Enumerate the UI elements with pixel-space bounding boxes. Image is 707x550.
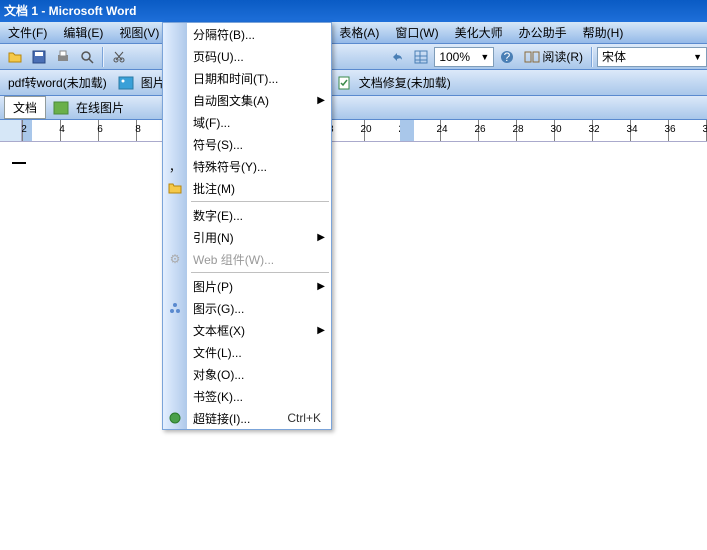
zoom-value: 100% bbox=[439, 50, 470, 64]
menu-datetime[interactable]: 日期和时间(T)... bbox=[163, 67, 331, 89]
zoom-select[interactable]: 100% ▼ bbox=[434, 47, 494, 67]
toolbar-addins: pdf转word(未加载) 图片 文档修复(未加载) bbox=[0, 70, 707, 96]
menu-table[interactable]: 表格(A) bbox=[331, 22, 387, 44]
menu-bar: 文件(F) 编辑(E) 视图(V) 插入(I) 格式(O) 工具(T) 表格(A… bbox=[0, 22, 707, 44]
dropdown-arrow-icon: ▼ bbox=[480, 52, 489, 62]
menu-reference[interactable]: 引用(N)▶ bbox=[163, 226, 331, 248]
save-icon[interactable] bbox=[28, 46, 50, 68]
docfix-label[interactable]: 文档修复(未加载) bbox=[359, 74, 451, 91]
menu-window[interactable]: 窗口(W) bbox=[387, 22, 446, 44]
menu-beautify[interactable]: 美化大师 bbox=[447, 22, 511, 44]
insert-menu-dropdown: 分隔符(B)... 页码(U)... 日期和时间(T)... 自动图文集(A)▶… bbox=[162, 22, 332, 430]
title-text: 文档 1 - Microsoft Word bbox=[4, 4, 136, 18]
menu-hyperlink[interactable]: 超链接(I)...Ctrl+K bbox=[163, 407, 331, 429]
menu-symbol[interactable]: 符号(S)... bbox=[163, 133, 331, 155]
text-cursor bbox=[12, 162, 26, 164]
menu-office[interactable]: 办公助手 bbox=[511, 22, 575, 44]
svg-text:?: ? bbox=[504, 50, 511, 64]
comma-icon: ， bbox=[166, 157, 184, 175]
menu-separator bbox=[191, 201, 329, 202]
menu-textbox[interactable]: 文本框(X)▶ bbox=[163, 319, 331, 341]
menu-file[interactable]: 文件(F) bbox=[0, 22, 55, 44]
menu-autotext[interactable]: 自动图文集(A)▶ bbox=[163, 89, 331, 111]
open-icon[interactable] bbox=[4, 46, 26, 68]
menu-pagenum[interactable]: 页码(U)... bbox=[163, 45, 331, 67]
separator bbox=[102, 47, 104, 67]
title-bar: 文档 1 - Microsoft Word bbox=[0, 0, 707, 22]
font-value: 宋体 bbox=[602, 48, 626, 65]
ruler-margin-right bbox=[400, 120, 414, 142]
onlinepic-label[interactable]: 在线图片 bbox=[76, 99, 124, 116]
table-icon[interactable] bbox=[410, 46, 432, 68]
menu-break[interactable]: 分隔符(B)... bbox=[163, 23, 331, 45]
menu-file[interactable]: 文件(L)... bbox=[163, 341, 331, 363]
pic-icon[interactable] bbox=[115, 72, 137, 94]
ruler-corner bbox=[0, 120, 22, 142]
horizontal-ruler[interactable] bbox=[22, 120, 707, 142]
menu-separator bbox=[191, 272, 329, 273]
reading-label: 阅读(R) bbox=[542, 48, 583, 65]
menu-picture[interactable]: 图片(P)▶ bbox=[163, 275, 331, 297]
menu-help[interactable]: 帮助(H) bbox=[575, 22, 632, 44]
toolbar-tabs: 文档 在线图片 bbox=[0, 96, 707, 120]
menu-field[interactable]: 域(F)... bbox=[163, 111, 331, 133]
menu-bookmark[interactable]: 书签(K)... bbox=[163, 385, 331, 407]
doc-tab-label: 文档 bbox=[13, 99, 37, 116]
reading-mode[interactable]: 阅读(R) bbox=[520, 48, 587, 65]
pdf-convert[interactable]: pdf转word(未加载) bbox=[4, 74, 111, 91]
preview-icon[interactable] bbox=[76, 46, 98, 68]
menu-webcomp: ⚙Web 组件(W)... bbox=[163, 248, 331, 270]
menu-diagram[interactable]: 图示(G)... bbox=[163, 297, 331, 319]
submenu-arrow-icon: ▶ bbox=[317, 281, 325, 292]
submenu-arrow-icon: ▶ bbox=[317, 232, 325, 243]
menu-number[interactable]: 数字(E)... bbox=[163, 204, 331, 226]
menu-object[interactable]: 对象(O)... bbox=[163, 363, 331, 385]
separator bbox=[591, 47, 593, 67]
dropdown-arrow-icon: ▼ bbox=[693, 52, 702, 62]
ruler-area bbox=[0, 120, 707, 142]
globe-link-icon bbox=[166, 409, 184, 427]
submenu-arrow-icon: ▶ bbox=[317, 95, 325, 106]
onlinepic-icon[interactable] bbox=[50, 97, 72, 119]
diagram-icon bbox=[166, 299, 184, 317]
folder-icon bbox=[166, 179, 184, 197]
print-icon[interactable] bbox=[52, 46, 74, 68]
menu-comment[interactable]: 批注(M) bbox=[163, 177, 331, 199]
book-icon bbox=[524, 51, 540, 63]
menu-edit[interactable]: 编辑(E) bbox=[55, 22, 111, 44]
font-select[interactable]: 宋体 ▼ bbox=[597, 47, 707, 67]
toolbar-main: 100% ▼ ? 阅读(R) 宋体 ▼ bbox=[0, 44, 707, 70]
help-icon[interactable]: ? bbox=[496, 46, 518, 68]
doc-tab[interactable]: 文档 bbox=[4, 96, 46, 119]
menu-view[interactable]: 视图(V) bbox=[111, 22, 167, 44]
undo-icon[interactable] bbox=[386, 46, 408, 68]
docfix-icon[interactable] bbox=[333, 72, 355, 94]
menu-special[interactable]: ，特殊符号(Y)... bbox=[163, 155, 331, 177]
document-area[interactable] bbox=[0, 142, 707, 550]
shortcut-text: Ctrl+K bbox=[287, 411, 321, 425]
gear-icon: ⚙ bbox=[166, 250, 184, 268]
cut-icon[interactable] bbox=[108, 46, 130, 68]
submenu-arrow-icon: ▶ bbox=[317, 325, 325, 336]
